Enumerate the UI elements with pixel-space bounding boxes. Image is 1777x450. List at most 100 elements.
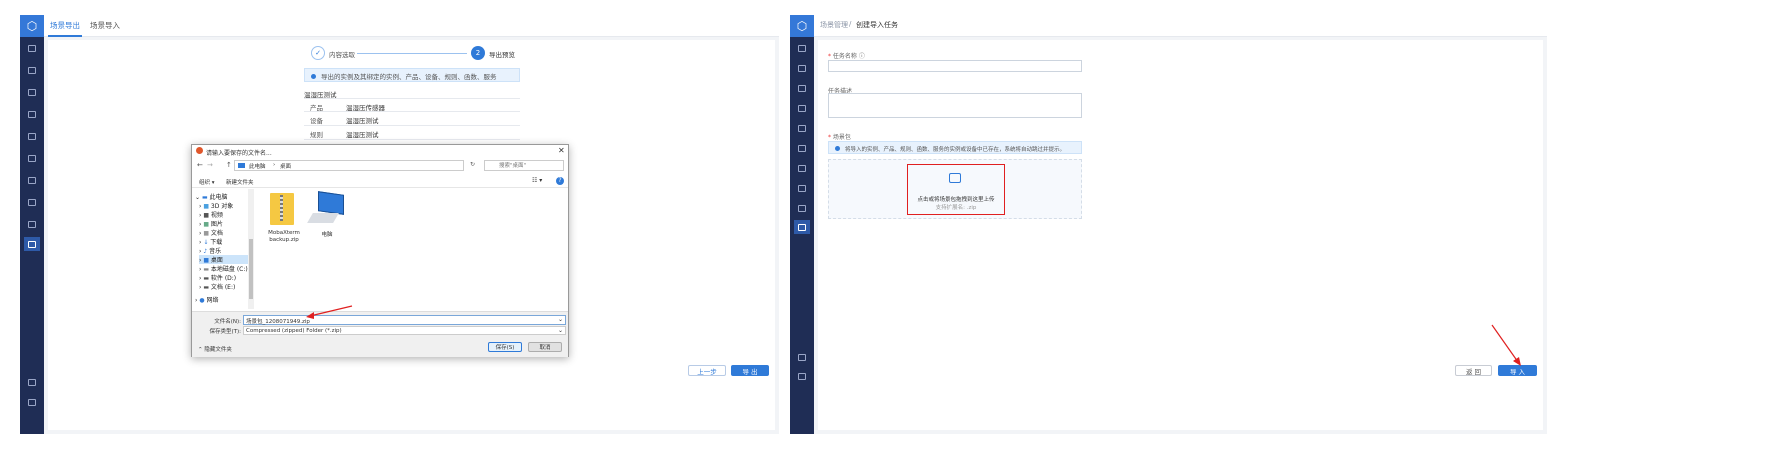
tree-scrollbar[interactable] [248, 189, 254, 309]
task-name-input[interactable] [828, 60, 1082, 72]
app-logo-icon[interactable]: ⬡ [20, 15, 44, 37]
step-1-label: 内容选取 [329, 51, 355, 59]
tab-scene-export[interactable]: 场景导出 [50, 20, 80, 31]
view-options-button[interactable]: ☷ ▾ [532, 177, 542, 184]
tree-item[interactable]: › ↓ 下载 [199, 237, 222, 246]
filetype-select[interactable]: Compressed (zipped) Folder (*.zip) ⌄ [243, 326, 566, 335]
user-icon[interactable] [795, 369, 809, 383]
monitor-icon[interactable] [795, 41, 809, 55]
help-icon[interactable]: ? [556, 177, 564, 185]
gear-icon[interactable] [795, 201, 809, 215]
scene-icon[interactable] [24, 237, 40, 251]
tree-item[interactable]: › ▬ 软件 (D:) [199, 273, 236, 282]
row-value: 温湿压测试 [346, 117, 379, 125]
package-label: * 场景包 [828, 134, 851, 141]
prev-step-button[interactable]: 上一步 [688, 365, 726, 376]
task-name-label: * 任务名称 ⓘ [828, 53, 865, 60]
forward-arrow-icon[interactable]: → [207, 161, 213, 169]
close-icon[interactable]: ✕ [558, 146, 565, 155]
breadcrumb-sep: / [849, 20, 852, 28]
table-row: 产品 温湿压传感器 [304, 98, 520, 112]
annotation-arrow-left [306, 305, 353, 319]
keyboard [307, 213, 339, 223]
tree-item[interactable]: › ■ 视频 [199, 210, 223, 219]
address-bar[interactable]: 此电脑 › 桌面 [234, 160, 464, 171]
tree-item[interactable]: › ■ 图片 [199, 219, 223, 228]
chevron-down-icon[interactable]: ⌄ [558, 316, 563, 323]
export-info-bar: 导出的实例及其绑定的实例、产品、设备、规则、函数、服务 [304, 68, 520, 82]
device-icon[interactable] [25, 85, 39, 99]
path-sep: › [273, 162, 276, 168]
tree-item[interactable]: › ♪ 音乐 [199, 246, 221, 255]
back-arrow-icon[interactable]: ← [197, 161, 203, 169]
bell-icon[interactable] [25, 195, 39, 209]
help-icon[interactable] [795, 350, 809, 364]
new-folder-button[interactable]: 新建文件夹 [226, 178, 254, 186]
pc-icon [238, 163, 245, 168]
cancel-button[interactable]: 取消 [528, 342, 562, 352]
app-logo-icon[interactable]: ⬡ [790, 15, 814, 37]
grid-icon[interactable] [795, 121, 809, 135]
firefox-icon [196, 147, 203, 154]
scene-icon[interactable] [794, 220, 810, 234]
tree-item[interactable]: › ▬ 本地磁盘 (C:) [199, 264, 248, 273]
save-button[interactable]: 保存(S) [488, 342, 522, 352]
info-icon [311, 74, 316, 79]
grid-icon[interactable] [25, 129, 39, 143]
row-key: 产品 [310, 104, 323, 112]
right-sidebar: ⬡ [790, 15, 814, 434]
up-arrow-icon[interactable]: ↑ [226, 161, 232, 169]
bell-icon[interactable] [795, 181, 809, 195]
computer-item[interactable] [307, 191, 348, 229]
tab-scene-import[interactable]: 场景导入 [90, 20, 120, 31]
chart-icon[interactable] [25, 173, 39, 187]
chart-icon[interactable] [795, 161, 809, 175]
tree-item[interactable]: › ■ 文档 [199, 228, 223, 237]
monitor-icon[interactable] [25, 41, 39, 55]
search-input[interactable] [484, 160, 564, 171]
tree-item-selected[interactable]: › ■ 桌面 [199, 255, 251, 264]
step-connector [357, 53, 467, 54]
file-name: backup.zip [269, 237, 299, 243]
filename-label: 文件名(N): [214, 319, 241, 325]
row-value: 温湿压传感器 [346, 104, 385, 112]
user-icon[interactable] [25, 395, 39, 409]
filename-input[interactable]: 场景包_1208071949.zip ⌄ [243, 315, 566, 325]
tree-item[interactable]: › ■ 3D 对象 [199, 201, 233, 210]
path-segment[interactable]: 此电脑 [249, 162, 266, 170]
nav-tree: ⌄ ▬ 此电脑 › ■ 3D 对象 › ■ 视频 › ■ 图片 › ■ 文档 ›… [192, 189, 254, 311]
refresh-icon[interactable]: ↻ [470, 161, 475, 168]
left-tabbar: 场景导出 场景导入 [44, 15, 779, 37]
table-row: 规则 温湿压测试 [304, 126, 520, 140]
doc-icon[interactable] [25, 107, 39, 121]
layers-icon[interactable] [795, 61, 809, 75]
task-desc-textarea[interactable] [828, 93, 1082, 118]
path-segment[interactable]: 桌面 [280, 162, 291, 170]
gear-icon[interactable] [25, 217, 39, 231]
tree-item[interactable]: ⌄ ▬ 此电脑 [195, 192, 228, 201]
step-2-label: 导出预览 [489, 51, 515, 59]
back-button[interactable]: 返 回 [1455, 365, 1492, 376]
file-icon[interactable] [25, 151, 39, 165]
device-icon[interactable] [795, 81, 809, 95]
doc-icon[interactable] [795, 101, 809, 115]
chevron-down-icon[interactable]: ⌄ [558, 327, 563, 334]
export-info-text: 导出的实例及其绑定的实例、产品、设备、规则、函数、服务 [321, 73, 497, 81]
organize-button[interactable]: 组织 ▾ [199, 178, 215, 186]
breadcrumb-current: 创建导入任务 [856, 21, 898, 29]
hide-folders-toggle[interactable]: ⌃ 隐藏文件夹 [198, 345, 232, 353]
file-icon[interactable] [795, 141, 809, 155]
zip-file-item[interactable] [266, 193, 298, 235]
scrollbar-thumb[interactable] [249, 239, 253, 299]
active-tab-indicator [48, 35, 82, 37]
help-icon[interactable] [25, 375, 39, 389]
tree-item[interactable]: › ● 网络 [195, 295, 219, 304]
divider [192, 187, 568, 188]
dialog-titlebar: 请输入要保存的文件名... ✕ [192, 145, 568, 158]
export-button[interactable]: 导 出 [731, 365, 769, 376]
tree-item[interactable]: › ▬ 文档 (E:) [199, 282, 235, 291]
layers-icon[interactable] [25, 63, 39, 77]
info-icon [835, 146, 840, 151]
breadcrumb-parent[interactable]: 场景管理 [820, 20, 848, 30]
file-name: MobaXterm [268, 230, 300, 236]
